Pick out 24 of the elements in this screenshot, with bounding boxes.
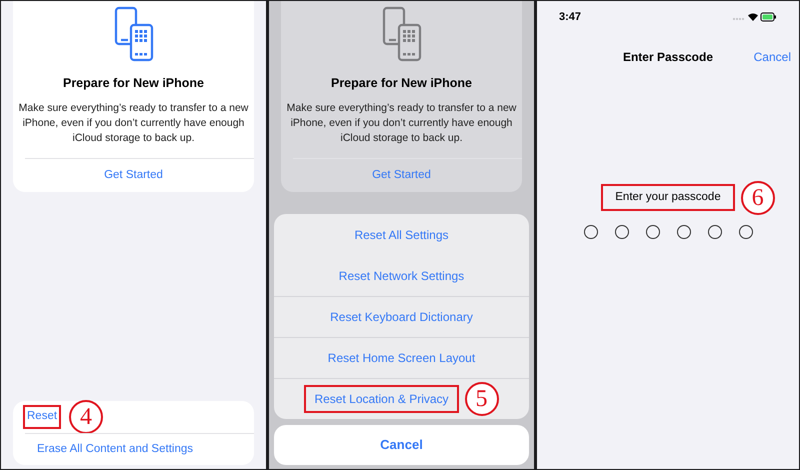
reset-list-item[interactable]: Reset bbox=[23, 405, 62, 429]
phones-icon bbox=[114, 6, 154, 62]
status-time: 3:47 bbox=[559, 10, 582, 25]
sheet-option[interactable]: Reset All Settings bbox=[346, 222, 457, 246]
get-started-link[interactable]: Get Started bbox=[372, 158, 431, 192]
status-icons bbox=[733, 12, 777, 22]
step-number: 4 bbox=[69, 400, 104, 434]
step-number: 5 bbox=[464, 382, 499, 416]
card-title: Prepare for New iPhone bbox=[330, 75, 472, 92]
step-number: 6 bbox=[740, 180, 775, 214]
reset-list-item[interactable]: Erase All Content and Settings bbox=[35, 440, 195, 460]
cancel-button[interactable]: Cancel bbox=[274, 425, 529, 465]
sheet-option[interactable]: Reset Keyboard Dictionary bbox=[322, 305, 481, 329]
cancel-link[interactable]: Cancel bbox=[754, 48, 791, 66]
card-description: Make sure everything’s ready to transfer to a new iPhone, even if you don’t currently have enough iCloud storage to back up. bbox=[18, 100, 250, 146]
sheet-option[interactable]: Reset Network Settings bbox=[330, 264, 472, 288]
phones-icon bbox=[382, 6, 422, 62]
card-description: Make sure everything’s ready to transfer to a new iPhone, even if you don’t currently have enough iCloud storage to back up. bbox=[286, 100, 518, 146]
card-title: Prepare for New iPhone bbox=[62, 75, 204, 92]
screen-title: Enter Passcode bbox=[622, 48, 714, 66]
passcode-prompt: Enter your passcode bbox=[601, 184, 735, 212]
sheet-option[interactable]: Reset Home Screen Layout bbox=[320, 346, 484, 370]
get-started-link[interactable]: Get Started bbox=[104, 158, 163, 192]
sheet-option[interactable]: Reset Location & Privacy bbox=[304, 385, 459, 413]
